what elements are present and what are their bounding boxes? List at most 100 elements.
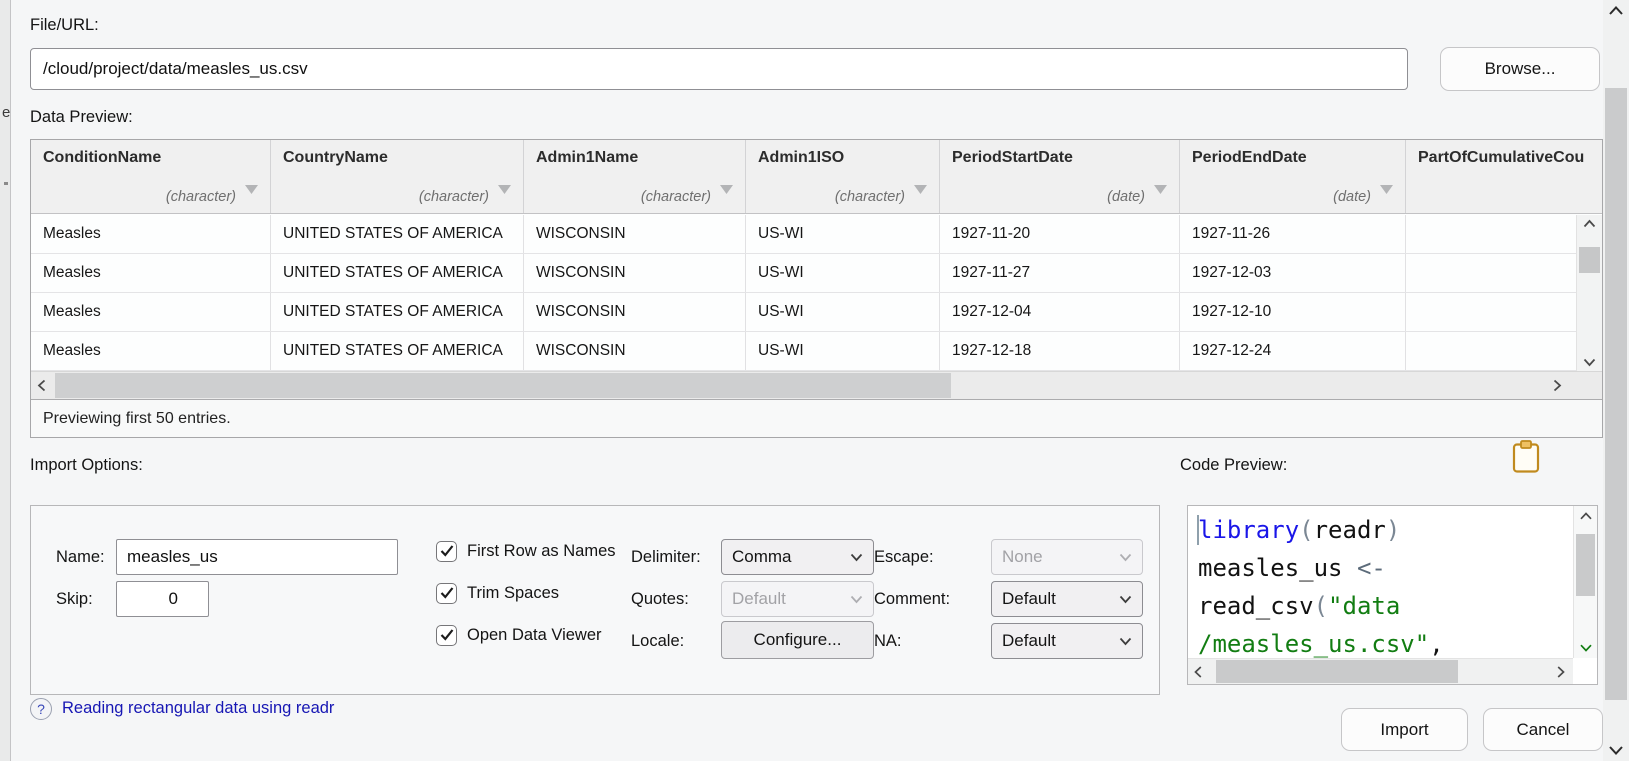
- code-line: measles_us <-: [1198, 549, 1573, 587]
- column-header[interactable]: PeriodStartDate(date): [940, 140, 1180, 213]
- scroll-up-icon[interactable]: [1577, 219, 1602, 228]
- file-url-input[interactable]: [30, 48, 1408, 90]
- scroll-up-icon[interactable]: [1574, 512, 1597, 520]
- name-input[interactable]: [116, 539, 398, 575]
- chevron-down-icon: [850, 589, 863, 609]
- copy-to-clipboard-icon[interactable]: [1512, 440, 1540, 479]
- column-header[interactable]: Admin1ISO(character): [746, 140, 940, 213]
- table-cell: 1927-11-20: [940, 215, 1180, 253]
- checked-checkbox-icon[interactable]: [436, 583, 457, 604]
- column-name: Admin1Name: [524, 140, 745, 167]
- table-cell: 1927-11-27: [940, 254, 1180, 292]
- column-type-dropdown-icon[interactable]: [245, 181, 258, 199]
- checked-checkbox-icon[interactable]: [436, 625, 457, 646]
- column-type: (character): [166, 189, 236, 205]
- scroll-down-icon[interactable]: [1603, 745, 1629, 756]
- name-label: Name:: [56, 548, 105, 567]
- window-scroll-thumb[interactable]: [1605, 88, 1627, 700]
- code-line: read_csv("data: [1198, 587, 1573, 625]
- comment-select[interactable]: Default: [991, 581, 1143, 617]
- table-cell: US-WI: [746, 254, 940, 292]
- column-type-dropdown-icon[interactable]: [1380, 181, 1393, 199]
- column-header[interactable]: Admin1Name(character): [524, 140, 746, 213]
- cancel-button[interactable]: Cancel: [1483, 708, 1603, 751]
- table-hscroll-thumb[interactable]: [55, 373, 951, 398]
- skip-label: Skip:: [56, 590, 93, 609]
- checkbox-row[interactable]: First Row as Names: [436, 539, 616, 563]
- scroll-left-icon[interactable]: [37, 372, 46, 399]
- preview-status-text: Previewing first 50 entries.: [31, 399, 1602, 437]
- column-type-dropdown-icon[interactable]: [720, 181, 733, 199]
- import-options-label: Import Options:: [30, 456, 143, 475]
- column-type-dropdown-icon[interactable]: [1154, 181, 1167, 199]
- na-value: Default: [1002, 631, 1056, 651]
- table-cell: [1406, 254, 1602, 292]
- escape-label: Escape:: [874, 548, 934, 567]
- code-horizontal-scrollbar[interactable]: [1188, 658, 1573, 684]
- scroll-right-icon[interactable]: [1553, 372, 1562, 399]
- browse-button[interactable]: Browse...: [1440, 47, 1600, 91]
- scroll-up-icon[interactable]: [1603, 5, 1629, 16]
- code-vscroll-thumb[interactable]: [1576, 534, 1595, 596]
- table-cell: Measles: [31, 332, 271, 370]
- import-button[interactable]: Import: [1341, 708, 1468, 751]
- import-text-data-dialog: e File/URL: Browse... Data Preview: Cond…: [0, 0, 1629, 761]
- delimiter-select[interactable]: Comma: [721, 539, 874, 575]
- checkbox-row[interactable]: Open Data Viewer: [436, 623, 602, 647]
- background-window-edge: e: [0, 0, 11, 761]
- skip-input[interactable]: [116, 581, 209, 617]
- table-body: MeaslesUNITED STATES OF AMERICAWISCONSIN…: [31, 215, 1602, 371]
- quotes-value: Default: [732, 589, 786, 609]
- escape-select: None: [991, 539, 1143, 575]
- table-cell: 1927-12-03: [1180, 254, 1406, 292]
- code-vertical-scrollbar[interactable]: [1573, 506, 1597, 658]
- column-type-dropdown-icon[interactable]: [498, 181, 511, 199]
- help-link[interactable]: Reading rectangular data using readr: [62, 699, 334, 718]
- table-cell: [1406, 215, 1602, 253]
- column-type: (date): [1107, 189, 1145, 205]
- checked-checkbox-icon[interactable]: [436, 541, 457, 562]
- column-header[interactable]: PartOfCumulativeCou: [1406, 140, 1602, 213]
- quotes-label: Quotes:: [631, 590, 689, 609]
- delimiter-label: Delimiter:: [631, 548, 701, 567]
- table-row: MeaslesUNITED STATES OF AMERICAWISCONSIN…: [31, 254, 1602, 293]
- scroll-down-icon[interactable]: [1577, 358, 1602, 367]
- table-horizontal-scrollbar[interactable]: [31, 371, 1602, 399]
- import-options-panel: Name: Skip: First Row as Names Trim Space…: [30, 505, 1160, 695]
- table-cell: [1406, 293, 1602, 331]
- column-header[interactable]: ConditionName(character): [31, 140, 271, 213]
- scroll-left-icon[interactable]: [1194, 659, 1202, 684]
- code-line: /measles_us.csv",: [1198, 625, 1573, 658]
- column-name: Admin1ISO: [746, 140, 939, 167]
- data-preview-table: ConditionName(character)CountryName(char…: [30, 139, 1603, 438]
- table-cell: UNITED STATES OF AMERICA: [271, 215, 524, 253]
- locale-label: Locale:: [631, 632, 684, 651]
- help-icon[interactable]: ?: [30, 698, 52, 720]
- table-cell: US-WI: [746, 215, 940, 253]
- column-type-dropdown-icon[interactable]: [914, 181, 927, 199]
- quotes-select: Default: [721, 581, 874, 617]
- scroll-right-icon[interactable]: [1557, 659, 1565, 684]
- window-scrollbar[interactable]: [1603, 0, 1629, 761]
- code-editor[interactable]: library(readr)measles_us <-read_csv("dat…: [1188, 506, 1573, 658]
- table-cell: UNITED STATES OF AMERICA: [271, 293, 524, 331]
- table-vertical-scrollbar[interactable]: [1576, 215, 1602, 371]
- table-cell: UNITED STATES OF AMERICA: [271, 332, 524, 370]
- column-name: PeriodEndDate: [1180, 140, 1405, 167]
- data-preview-label: Data Preview:: [30, 108, 133, 127]
- table-cell: [1406, 332, 1602, 370]
- column-type: (character): [419, 189, 489, 205]
- checkbox-label: First Row as Names: [467, 542, 616, 561]
- na-label: NA:: [874, 632, 902, 651]
- locale-configure-button[interactable]: Configure...: [721, 621, 874, 659]
- column-header[interactable]: PeriodEndDate (date): [1180, 140, 1406, 213]
- na-select[interactable]: Default: [991, 623, 1143, 659]
- scroll-down-icon[interactable]: [1574, 644, 1597, 652]
- column-type: (date): [1333, 189, 1371, 205]
- table-cell: US-WI: [746, 332, 940, 370]
- checkbox-row[interactable]: Trim Spaces: [436, 581, 559, 605]
- code-hscroll-thumb[interactable]: [1216, 660, 1458, 683]
- chevron-down-icon: [850, 547, 863, 567]
- column-header[interactable]: CountryName(character): [271, 140, 524, 213]
- table-vscroll-thumb[interactable]: [1579, 247, 1600, 273]
